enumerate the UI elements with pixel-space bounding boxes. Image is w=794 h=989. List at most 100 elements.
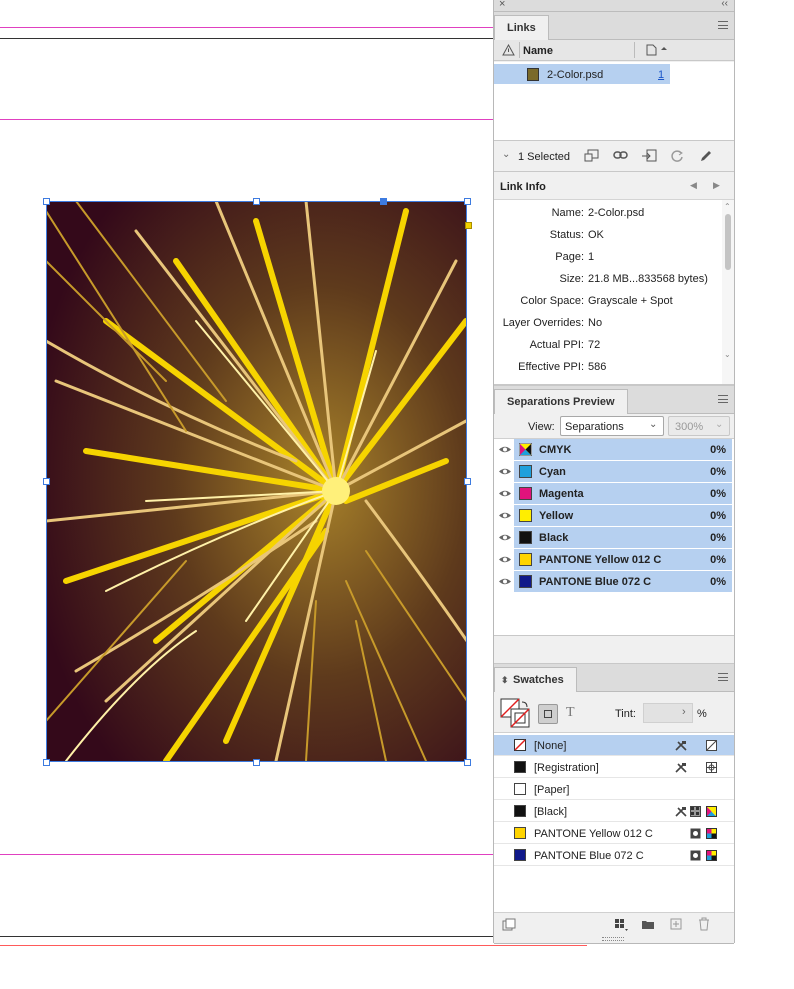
tab-links[interactable]: Links xyxy=(494,15,549,40)
in-port-handle[interactable] xyxy=(465,222,472,229)
eye-icon[interactable] xyxy=(498,489,512,498)
fill-stroke-icon[interactable] xyxy=(500,698,532,728)
tint-arrow-icon[interactable]: › xyxy=(682,706,686,718)
eye-icon[interactable] xyxy=(498,445,512,454)
close-icon[interactable]: × xyxy=(499,0,505,10)
content-grabber-handle[interactable] xyxy=(380,198,387,205)
none-swatch-icon xyxy=(514,739,526,751)
separation-name: CMYK xyxy=(539,444,572,456)
swatch-views-icon[interactable] xyxy=(614,918,630,932)
swatch-row[interactable]: [Paper] xyxy=(494,779,734,800)
swatch-name: [Registration] xyxy=(534,762,599,774)
tab-separations-preview[interactable]: Separations Preview xyxy=(494,389,628,414)
link-row-2-color[interactable]: 2-Color.psd 1 xyxy=(494,64,670,84)
eye-icon[interactable] xyxy=(498,555,512,564)
previous-link-icon[interactable]: ◀ xyxy=(690,180,697,191)
eye-icon[interactable] xyxy=(498,467,512,476)
name-column-header[interactable]: Name xyxy=(523,45,553,57)
separations-list: CMYK 0% Cyan 0% Magenta 0% Yellow 0% Black 0% PANT… xyxy=(494,438,734,636)
link-page-number[interactable]: 1 xyxy=(658,69,664,81)
separation-cell[interactable]: Cyan 0% xyxy=(514,461,732,482)
separation-percent: 0% xyxy=(710,554,726,566)
go-to-link-icon[interactable] xyxy=(613,150,629,160)
page-column-icon[interactable] xyxy=(646,44,668,56)
separation-percent: 0% xyxy=(710,488,726,500)
separation-row[interactable]: CMYK 0% xyxy=(494,439,734,461)
swatch-row[interactable]: [None] xyxy=(494,735,734,756)
link-info-label: Name: xyxy=(551,207,584,219)
edit-original-icon[interactable] xyxy=(699,149,713,163)
next-link-icon[interactable]: ▶ xyxy=(713,180,720,191)
handle-middle-left[interactable] xyxy=(43,478,50,485)
separation-cell[interactable]: Yellow 0% xyxy=(514,505,732,526)
trash-icon[interactable] xyxy=(698,917,710,931)
panel-dock: × ‹‹ Links Name 2-Color.psd 1 ⌄ 1 Select… xyxy=(493,0,735,944)
new-swatch-icon[interactable] xyxy=(670,918,682,930)
cmyk-mode-icon xyxy=(706,850,718,862)
separation-name: PANTONE Yellow 012 C xyxy=(539,554,662,566)
link-info-scrollbar[interactable]: ⌃ ⌄ xyxy=(722,200,734,384)
embed-link-icon[interactable] xyxy=(641,149,657,163)
tint-unit: % xyxy=(697,708,707,720)
panel-menu-icon[interactable] xyxy=(718,673,728,681)
image-frame-selection[interactable] xyxy=(46,201,467,762)
handle-top-left[interactable] xyxy=(43,198,50,205)
separation-cell[interactable]: Magenta 0% xyxy=(514,483,732,504)
handle-bottom-left[interactable] xyxy=(43,759,50,766)
separation-row[interactable]: Black 0% xyxy=(494,527,734,549)
separation-cell[interactable]: Black 0% xyxy=(514,527,732,548)
handle-bottom-center[interactable] xyxy=(253,759,260,766)
document-canvas[interactable] xyxy=(0,0,587,989)
separation-percent: 0% xyxy=(710,576,726,588)
color-swatch-icon xyxy=(514,849,526,861)
separation-cell[interactable]: PANTONE Blue 072 C 0% xyxy=(514,571,732,592)
swatch-row[interactable]: [Registration] xyxy=(494,757,734,778)
margin-guide-lower xyxy=(0,854,493,855)
tab-swatches[interactable]: ⬍ Swatches xyxy=(494,667,577,692)
separation-row[interactable]: Yellow 0% xyxy=(494,505,734,527)
handle-bottom-right[interactable] xyxy=(464,759,471,766)
handle-top-center[interactable] xyxy=(253,198,260,205)
swatch-row[interactable]: PANTONE Blue 072 C xyxy=(494,845,734,866)
tint-input[interactable]: › xyxy=(643,703,693,723)
bleed-guide xyxy=(0,945,587,946)
swatch-row[interactable]: [Black] xyxy=(494,801,734,822)
warning-icon[interactable] xyxy=(502,44,515,56)
separation-name: Cyan xyxy=(539,466,566,478)
separation-row[interactable]: PANTONE Blue 072 C 0% xyxy=(494,571,734,593)
swatch-row[interactable]: PANTONE Yellow 012 C xyxy=(494,823,734,844)
relink-icon[interactable] xyxy=(584,149,600,163)
panel-menu-icon[interactable] xyxy=(718,21,728,29)
non-editable-icon xyxy=(674,806,688,818)
scroll-up-icon[interactable]: ⌃ xyxy=(724,202,731,211)
zoom-select[interactable]: 300% ⌄ xyxy=(668,416,730,436)
resize-grip[interactable] xyxy=(602,937,624,941)
panel-dock-titlebar: × ‹‹ xyxy=(494,0,734,12)
expand-icon: ⬍ xyxy=(501,675,509,685)
handle-middle-right[interactable] xyxy=(464,478,471,485)
swatches-tab-label: Swatches xyxy=(513,674,564,686)
scroll-down-icon[interactable]: ⌄ xyxy=(724,350,731,359)
separation-row[interactable]: Cyan 0% xyxy=(494,461,734,483)
show-all-swatches-icon[interactable] xyxy=(502,918,516,932)
chevron-down-icon[interactable]: ⌄ xyxy=(502,149,510,160)
link-info-row: Color Space: Grayscale + Spot xyxy=(494,292,722,312)
eye-icon[interactable] xyxy=(498,511,512,520)
separation-cell[interactable]: PANTONE Yellow 012 C 0% xyxy=(514,549,732,570)
separation-row[interactable]: PANTONE Yellow 012 C 0% xyxy=(494,549,734,571)
collapse-icon[interactable]: ‹‹ xyxy=(721,0,728,10)
update-link-icon[interactable] xyxy=(670,149,684,163)
separation-cell[interactable]: CMYK 0% xyxy=(514,439,732,460)
handle-top-right[interactable] xyxy=(464,198,471,205)
panel-menu-icon[interactable] xyxy=(718,395,728,403)
formatting-container-button[interactable] xyxy=(538,704,558,724)
formatting-text-button[interactable]: T xyxy=(566,705,575,721)
separation-row[interactable]: Magenta 0% xyxy=(494,483,734,505)
scroll-thumb[interactable] xyxy=(725,214,731,270)
eye-icon[interactable] xyxy=(498,533,512,542)
link-info-row: Status: OK xyxy=(494,226,722,246)
view-select[interactable]: Separations ⌄ xyxy=(560,416,664,436)
eye-icon[interactable] xyxy=(498,577,512,586)
new-color-group-icon[interactable] xyxy=(641,919,655,930)
links-toolbar: ⌄ 1 Selected xyxy=(494,140,734,172)
